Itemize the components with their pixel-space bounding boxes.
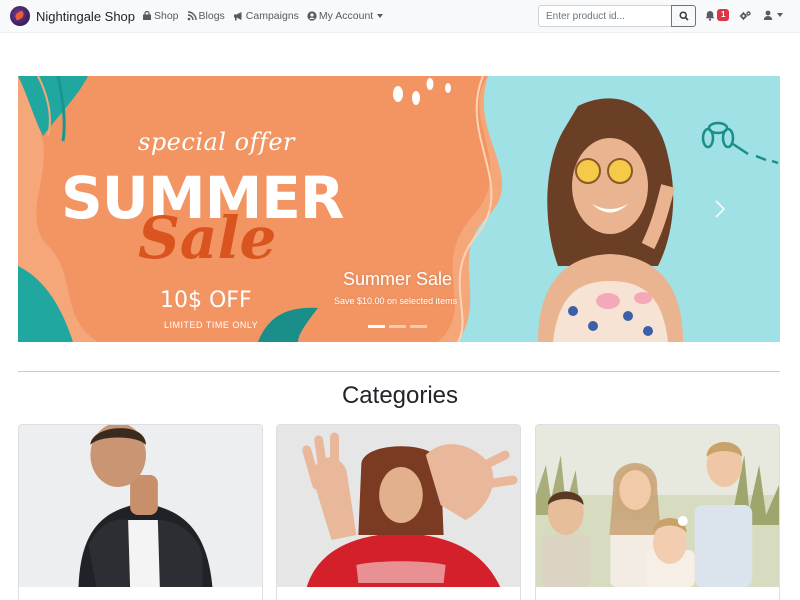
bag-icon	[143, 11, 151, 20]
banner-special-offer-text: special offer	[138, 128, 296, 156]
banner-sale-text: Sale	[138, 204, 277, 272]
notification-count-badge: 1	[717, 9, 730, 21]
kids-category-image	[536, 425, 779, 587]
carousel-next-icon[interactable]	[713, 199, 727, 219]
navbar-right-icons: 1	[705, 9, 784, 21]
gears-icon	[740, 10, 752, 20]
nav-shop-link[interactable]: Shop	[142, 10, 179, 22]
women-category-image	[277, 425, 520, 587]
chevron-down-icon	[377, 14, 384, 18]
search-button[interactable]	[671, 5, 696, 27]
nav-links: Shop Blogs Campaigns My Account	[142, 10, 391, 22]
notifications-button[interactable]: 1	[705, 9, 730, 21]
carousel-indicator-2[interactable]	[389, 325, 406, 328]
nav-my-account-label: My Account	[318, 10, 374, 22]
categories-heading: Categories	[341, 382, 459, 409]
nav-my-account-dropdown[interactable]: My Account	[307, 10, 384, 22]
carousel-indicator-3[interactable]	[410, 325, 427, 328]
men-category-image	[19, 425, 262, 587]
nav-blogs-label: Blogs	[198, 10, 225, 22]
bell-icon	[705, 10, 715, 21]
carousel-caption-subtitle: Save $10.00 on selected items	[334, 296, 458, 306]
user-menu-dropdown[interactable]	[763, 10, 784, 20]
megaphone-icon	[233, 12, 242, 21]
navbar: Nightingale Shop Shop Blogs Campaigns My…	[0, 0, 800, 33]
category-card-kids[interactable]	[535, 424, 780, 600]
user-icon	[764, 10, 773, 20]
nav-campaigns-label: Campaigns	[245, 10, 299, 22]
brand-logo-icon	[10, 6, 30, 26]
brand-link[interactable]: Nightingale Shop	[10, 6, 135, 26]
carousel-caption-title: Summer Sale	[343, 269, 453, 289]
brand-name: Nightingale Shop	[36, 8, 136, 24]
user-circle-icon	[307, 11, 317, 21]
blog-icon	[187, 11, 197, 21]
product-id-input[interactable]	[538, 5, 672, 27]
chevron-down-icon	[777, 13, 784, 17]
nav-shop-label: Shop	[154, 10, 179, 22]
category-card-women[interactable]	[276, 424, 521, 600]
carousel-indicator-1[interactable]	[368, 325, 385, 328]
nav-blogs-link[interactable]: Blogs	[187, 10, 225, 22]
nav-campaigns-link[interactable]: Campaigns	[233, 10, 299, 22]
product-search-form	[538, 5, 697, 27]
carousel-indicators	[368, 325, 431, 328]
category-card-men[interactable]	[18, 424, 263, 600]
section-divider	[18, 371, 780, 372]
settings-button[interactable]	[739, 10, 752, 21]
banner-discount-text: 10$ OFF	[160, 288, 252, 313]
search-icon	[678, 11, 689, 21]
banner-limited-text: LIMITED TIME ONLY	[164, 320, 259, 330]
promo-carousel[interactable]: special offer SUMMER Sale 10$ OFF LIMITE…	[18, 76, 780, 342]
